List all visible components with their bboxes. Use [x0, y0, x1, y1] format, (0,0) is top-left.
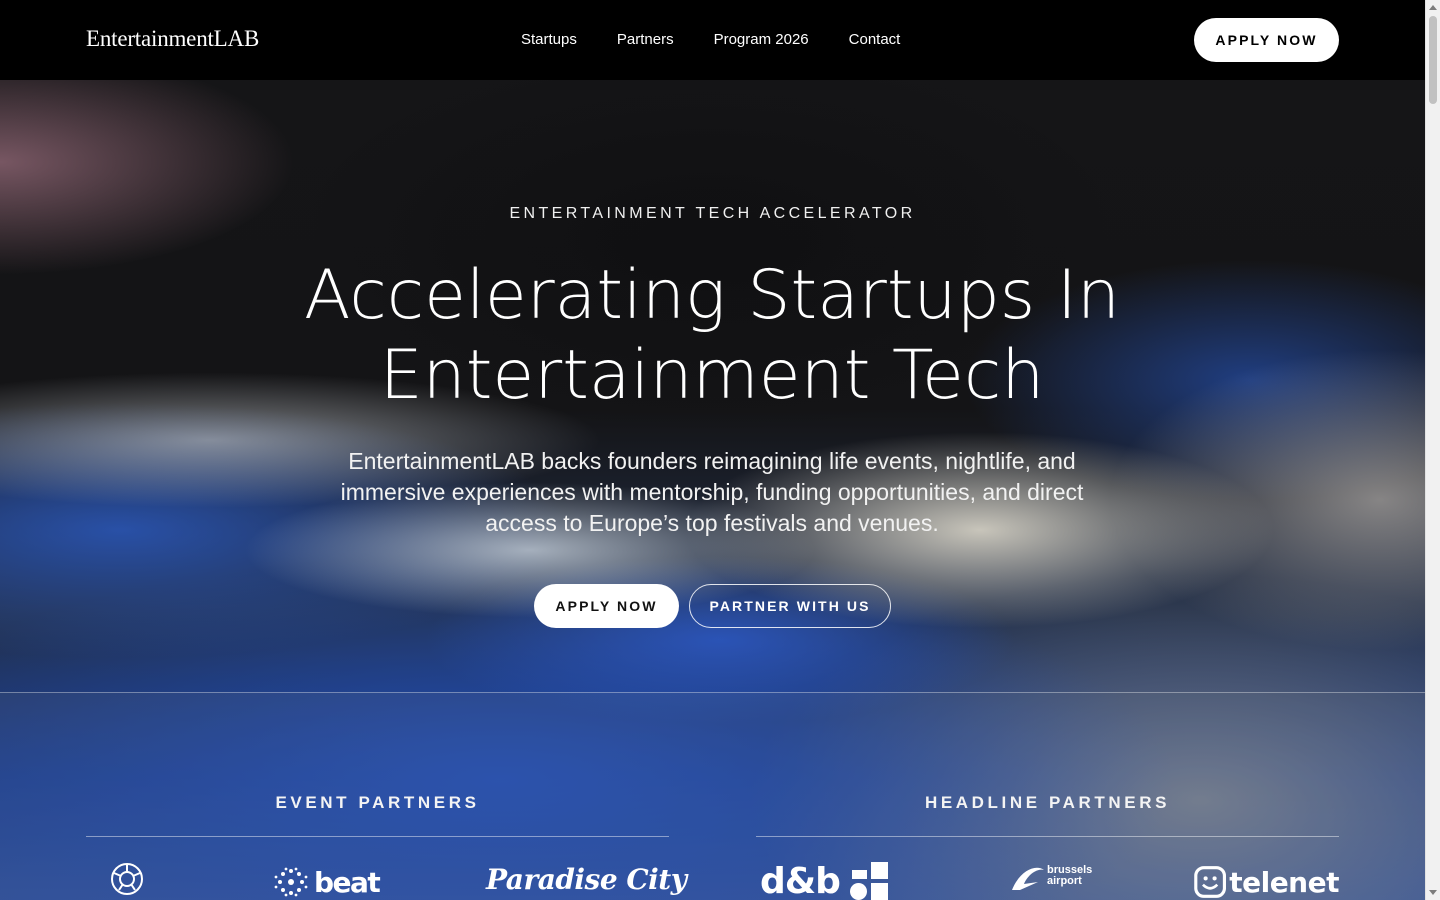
- site-logo[interactable]: EntertainmentLAB: [86, 26, 259, 52]
- tomorrowland-icon: [111, 863, 143, 895]
- nav-program-2026[interactable]: Program 2026: [714, 31, 809, 49]
- hero-subtitle: EntertainmentLAB backs founders reimagin…: [340, 448, 1084, 536]
- headline-partners-heading: HEADLINE PARTNERS: [924, 793, 1171, 812]
- page-scrollbar[interactable]: [1425, 0, 1440, 900]
- hero-title-line-1: Accelerating Startups In: [304, 256, 1120, 335]
- headline-partners-divider: [756, 836, 1339, 837]
- telenet-logo[interactable]: telenet: [1194, 862, 1339, 900]
- db-squares-icon: [849, 862, 888, 900]
- event-partners-heading: EVENT PARTNERS: [275, 793, 480, 812]
- scroll-thumb[interactable]: [1429, 16, 1437, 104]
- telenet-logo-text: telenet: [1229, 865, 1339, 899]
- scroll-up-arrow-icon[interactable]: [1429, 5, 1437, 10]
- paradise-city-logo-text: Paradise City: [486, 863, 687, 896]
- paradise-city-logo[interactable]: Paradise City: [486, 863, 687, 900]
- partners-section: EVENT PARTNERS beat Paradise City HEADLI…: [0, 692, 1425, 900]
- event-partners-divider: [86, 836, 669, 837]
- hero-actions: APPLY NOW PARTNER WITH US: [534, 584, 891, 628]
- beat-icon: [274, 867, 308, 897]
- hero-title: Accelerating Startups In Entertainment T…: [212, 256, 1212, 416]
- main-nav: Startups Partners Program 2026 Contact: [521, 31, 900, 49]
- hero-title-line-2: Entertainment Tech: [379, 336, 1045, 415]
- nav-startups[interactable]: Startups: [521, 31, 577, 49]
- tomorrowland-logo[interactable]: [109, 861, 145, 897]
- brussels-airport-logo[interactable]: brussels airport: [1010, 860, 1100, 900]
- brussels-airport-logo-text: brussels airport: [1047, 864, 1093, 887]
- telenet-smiley-icon: [1194, 866, 1226, 898]
- nav-partners[interactable]: Partners: [617, 31, 674, 49]
- hero-apply-button[interactable]: APPLY NOW: [534, 584, 679, 628]
- beat-logo-text: beat: [314, 865, 381, 899]
- db-logo-text: d&b: [760, 860, 841, 900]
- beat-logo[interactable]: beat: [272, 865, 382, 899]
- hero-eyebrow: ENTERTAINMENT TECH ACCELERATOR: [509, 205, 916, 222]
- db-logo[interactable]: d&b: [760, 861, 900, 900]
- header-apply-button[interactable]: APPLY NOW: [1194, 18, 1339, 62]
- site-header: EntertainmentLAB Startups Partners Progr…: [0, 0, 1425, 80]
- nav-contact[interactable]: Contact: [849, 31, 901, 49]
- scroll-down-arrow-icon[interactable]: [1429, 890, 1437, 895]
- partner-with-us-button[interactable]: PARTNER WITH US: [689, 584, 891, 628]
